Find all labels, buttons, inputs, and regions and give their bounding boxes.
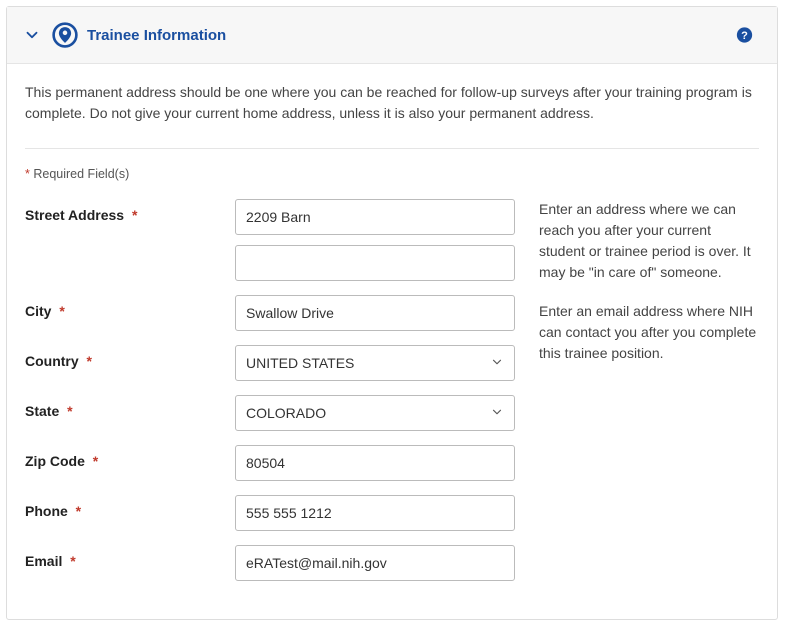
chevron-down-icon [490, 355, 504, 372]
street-label: Street Address * [25, 199, 235, 223]
location-marker-icon [51, 21, 79, 49]
phone-input[interactable] [235, 495, 515, 531]
phone-label: Phone * [25, 495, 235, 519]
help-text-email: Enter an email address where NIH can con… [539, 301, 759, 364]
city-input[interactable] [235, 295, 515, 331]
country-label: Country * [25, 345, 235, 369]
chevron-down-icon[interactable] [23, 26, 41, 44]
zip-label: Zip Code * [25, 445, 235, 469]
help-column: Enter an address where we can reach you … [539, 199, 759, 595]
city-label: City * [25, 295, 235, 319]
zip-input[interactable] [235, 445, 515, 481]
state-label: State * [25, 395, 235, 419]
required-fields-label: Required Field(s) [33, 167, 129, 181]
panel-header[interactable]: Trainee Information ? [7, 7, 777, 64]
state-select[interactable]: COLORADO [235, 395, 515, 431]
divider [25, 148, 759, 149]
email-label: Email * [25, 545, 235, 569]
panel-title: Trainee Information [87, 27, 226, 44]
street-address-2-input[interactable] [235, 245, 515, 281]
state-value: COLORADO [246, 405, 326, 421]
trainee-info-panel: Trainee Information ? This permanent add… [6, 6, 778, 620]
required-fields-note: * Required Field(s) [25, 167, 759, 181]
country-value: UNITED STATES [246, 355, 354, 371]
asterisk-icon: * [25, 167, 30, 181]
instructions-text: This permanent address should be one whe… [25, 82, 759, 124]
panel-body: This permanent address should be one whe… [7, 64, 777, 619]
help-text-address: Enter an address where we can reach you … [539, 199, 759, 283]
email-input[interactable] [235, 545, 515, 581]
chevron-down-icon [490, 405, 504, 422]
form-column: Street Address * City * [25, 199, 515, 595]
svg-text:?: ? [741, 30, 748, 42]
street-address-1-input[interactable] [235, 199, 515, 235]
help-icon[interactable]: ? [736, 27, 753, 44]
country-select[interactable]: UNITED STATES [235, 345, 515, 381]
